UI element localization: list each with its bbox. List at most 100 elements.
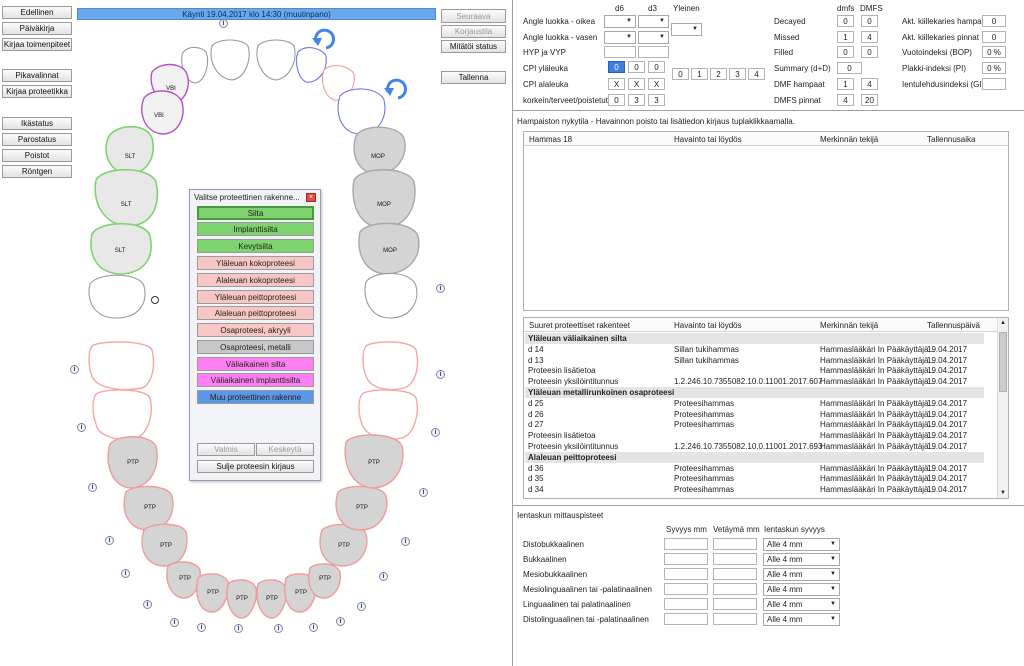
- pocket-vetayma-input[interactable]: [713, 553, 757, 565]
- cpi-ala-value-3[interactable]: X: [648, 78, 665, 90]
- ientasku-select[interactable]: Alle 4 mm ▼: [763, 553, 840, 566]
- option-ylaleuan-kokoproteesi[interactable]: Yläleuan kokoproteesi: [197, 256, 314, 270]
- info-icon[interactable]: i: [436, 370, 445, 379]
- yleinen-button-0[interactable]: 0: [672, 68, 689, 80]
- angle-vasen-d3-select[interactable]: ▼: [638, 31, 669, 44]
- table-row[interactable]: d 27 Proteesihammas Hammaslääkäri In Pääkä…: [528, 419, 996, 430]
- option-silta[interactable]: Silta: [197, 206, 314, 220]
- prosthetics-scrollbar[interactable]: ▲ ▼: [997, 318, 1008, 498]
- angle-oikea-d3-select[interactable]: ▼: [638, 15, 669, 28]
- option-osaproteesi-metalli[interactable]: Osaproteesi, metalli: [197, 340, 314, 354]
- table-row[interactable]: d 35 Proteesihammas Hammaslääkäri In Pääkä…: [528, 473, 996, 484]
- ientasku-select[interactable]: Alle 4 mm ▼: [763, 598, 840, 611]
- yleinen-button-4[interactable]: 4: [748, 68, 765, 80]
- info-icon[interactable]: i: [357, 602, 366, 611]
- refresh-icon[interactable]: [312, 28, 336, 50]
- pocket-syvyys-input[interactable]: [664, 598, 708, 610]
- pocket-syvyys-input[interactable]: [664, 568, 708, 580]
- table-row[interactable]: d 25 Proteesihammas Hammaslääkäri In Pääkä…: [528, 398, 996, 409]
- pocket-syvyys-input[interactable]: [664, 553, 708, 565]
- option-osaproteesi-akryyli[interactable]: Osaproteesi, akryyli: [197, 323, 314, 337]
- ientasku-select[interactable]: Alle 4 mm ▼: [763, 583, 840, 596]
- scroll-up-icon[interactable]: ▲: [1000, 320, 1006, 326]
- table-row[interactable]: Proteesin lisätietoa Hammaslääkäri In Pää…: [528, 365, 996, 376]
- pocket-syvyys-input[interactable]: [664, 613, 708, 625]
- pocket-vetayma-input[interactable]: [713, 538, 757, 550]
- findings-table[interactable]: Hammas 18 Havainto tai löydös Merkinnän …: [523, 131, 1009, 311]
- info-icon[interactable]: i: [379, 572, 388, 581]
- option-alaleuan-peittoproteesi[interactable]: Alaleuan peittoproteesi: [197, 306, 314, 320]
- yleinen-button-3[interactable]: 3: [729, 68, 746, 80]
- cell-c1: Yläleuan väliaikainen silta: [528, 334, 627, 343]
- cell-c3: Hammaslääkäri In Pääkäyttäjä...: [820, 463, 936, 473]
- info-icon[interactable]: i: [436, 284, 445, 293]
- table-row[interactable]: d 34 Proteesihammas Hammaslääkäri In Pääkä…: [528, 484, 996, 495]
- option-valiaikainen-implanttisilta[interactable]: Väliaikainen implanttisilta: [197, 373, 314, 387]
- yleinen-button-1[interactable]: 1: [691, 68, 708, 80]
- table-row[interactable]: Proteesin yksilöintitunnus 1.2.246.10.735…: [528, 376, 996, 387]
- table-row[interactable]: d 13 Sillan tukihammas Hammaslääkäri In Pä…: [528, 355, 996, 366]
- info-icon[interactable]: i: [121, 569, 130, 578]
- prosthetics-group-row[interactable]: Alaleuan peittoproteesi: [525, 451, 984, 463]
- info-icon[interactable]: i: [419, 488, 428, 497]
- ientasku-select[interactable]: Alle 4 mm ▼: [763, 613, 840, 626]
- option-implanttisilta[interactable]: Implanttisilta: [197, 222, 314, 236]
- pocket-vetayma-input[interactable]: [713, 583, 757, 595]
- info-icon[interactable]: i: [274, 624, 283, 633]
- prosthetics-group-row[interactable]: Yläleuan väliaikainen silta: [525, 333, 984, 344]
- ientasku-select[interactable]: Alle 4 mm ▼: [763, 538, 840, 551]
- info-icon[interactable]: i: [219, 19, 228, 28]
- pocket-vetayma-input[interactable]: [713, 598, 757, 610]
- valmis-button[interactable]: Valmis: [197, 443, 255, 456]
- svg-text:SLT: SLT: [115, 248, 126, 254]
- cpi-yla-value-3[interactable]: 0: [648, 61, 665, 73]
- info-icon[interactable]: i: [336, 617, 345, 626]
- vuoto-value: 0 %: [982, 46, 1006, 58]
- info-icon[interactable]: i: [431, 428, 440, 437]
- sulje-proteesin-kirjaus-button[interactable]: Sulje proteesin kirjaus: [197, 460, 314, 473]
- info-icon[interactable]: i: [105, 536, 114, 545]
- ientasku-select[interactable]: Alle 4 mm ▼: [763, 568, 840, 581]
- keskeyta-button[interactable]: Keskeytä: [256, 443, 314, 456]
- pocket-vetayma-input[interactable]: [713, 613, 757, 625]
- angle-oikea-d6-select[interactable]: ▼: [604, 15, 636, 28]
- info-icon[interactable]: i: [143, 600, 152, 609]
- cpi-yla-value-2[interactable]: 0: [628, 61, 645, 73]
- table-row[interactable]: d 26 Proteesihammas Hammaslääkäri In Pääkä…: [528, 409, 996, 420]
- pocket-syvyys-input[interactable]: [664, 538, 708, 550]
- option-valiaikainen-silta[interactable]: Väliaikainen silta: [197, 357, 314, 371]
- ientulehdus-value[interactable]: [982, 78, 1006, 90]
- pocket-vetayma-input[interactable]: [713, 568, 757, 580]
- hyp-vyp-d3-field[interactable]: [638, 46, 669, 58]
- scrollbar-thumb[interactable]: [999, 332, 1007, 392]
- info-icon[interactable]: i: [88, 483, 97, 492]
- table-row[interactable]: d 14 Sillan tukihammas Hammaslääkäri In Pä…: [528, 344, 996, 355]
- close-icon[interactable]: ×: [306, 193, 316, 202]
- info-icon[interactable]: i: [77, 423, 86, 432]
- hyp-vyp-d6-field[interactable]: [604, 46, 636, 58]
- scroll-down-icon[interactable]: ▼: [1000, 490, 1006, 496]
- cpi-ala-value-2[interactable]: X: [628, 78, 645, 90]
- option-muu-proteettinen-rakenne[interactable]: Muu proteettinen rakenne: [197, 390, 314, 404]
- pocket-syvyys-input[interactable]: [664, 583, 708, 595]
- angle-vasen-d6-select[interactable]: ▼: [604, 31, 636, 44]
- yleinen-button-2[interactable]: 2: [710, 68, 727, 80]
- info-icon[interactable]: i: [401, 537, 410, 546]
- prosthetics-group-row[interactable]: Yläleuan metallirunkoinen osaproteesi: [525, 387, 984, 398]
- table-row[interactable]: d 36 Proteesihammas Hammaslääkäri In Pääkä…: [528, 463, 996, 474]
- cpi-yla-value-1[interactable]: 0: [608, 61, 625, 73]
- option-ylaleuan-peittoproteesi[interactable]: Yläleuan peittoproteesi: [197, 290, 314, 304]
- option-alaleuan-kokoproteesi[interactable]: Alaleuan kokoproteesi: [197, 273, 314, 287]
- info-icon[interactable]: i: [70, 365, 79, 374]
- option-kevytsilta[interactable]: Kevytsilta: [197, 239, 314, 253]
- info-icon[interactable]: i: [197, 623, 206, 632]
- table-row[interactable]: Proteesin yksilöintitunnus 1.2.246.10.735…: [528, 441, 996, 452]
- info-icon[interactable]: i: [170, 618, 179, 627]
- prosthetics-table[interactable]: Suuret proteettiset rakenteet Havainto t…: [523, 317, 1009, 499]
- table-row[interactable]: Proteesin lisätietoa Hammaslääkäri In Pää…: [528, 430, 996, 441]
- refresh-icon[interactable]: [384, 78, 408, 100]
- info-icon[interactable]: i: [309, 623, 318, 632]
- yleinen-select[interactable]: ▼: [671, 23, 702, 36]
- cpi-ala-value-1[interactable]: X: [608, 78, 625, 90]
- info-icon[interactable]: i: [234, 624, 243, 633]
